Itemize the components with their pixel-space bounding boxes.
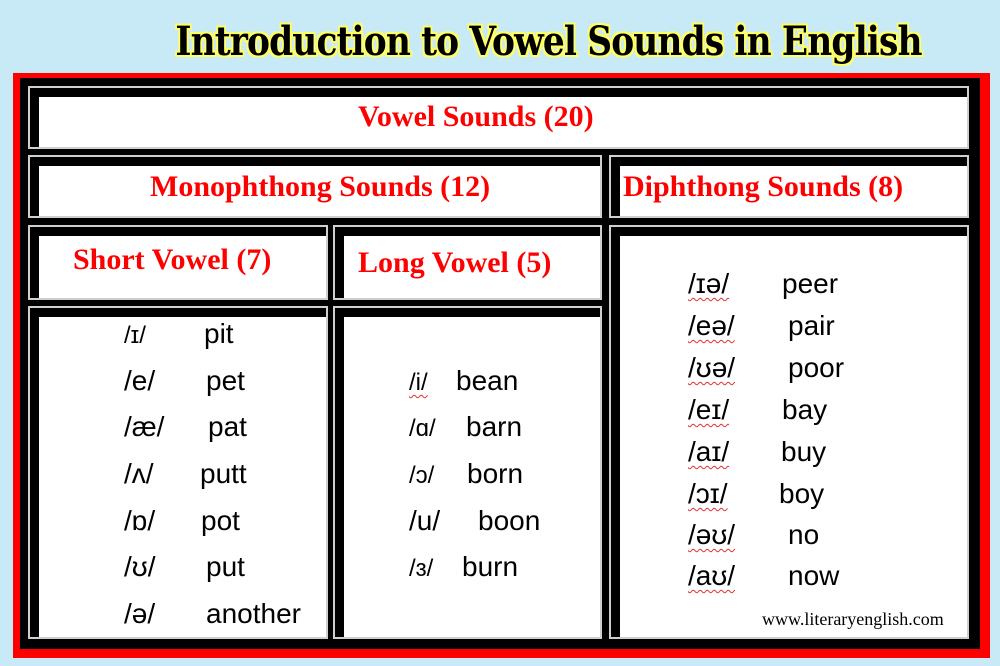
list-item: /ɪ/ pit xyxy=(124,318,234,352)
list-item: /aʊ/ now xyxy=(688,560,839,592)
ipa-symbol: /aɪ/ xyxy=(688,436,730,467)
list-item: /ə/ another xyxy=(124,598,301,630)
short-vowel-list-cell xyxy=(28,306,328,639)
example-word: boon xyxy=(478,505,541,536)
list-item: /u/ boon xyxy=(409,505,540,537)
example-word: peer xyxy=(782,268,839,299)
list-item: /əʊ/ no xyxy=(688,519,819,551)
example-word: poor xyxy=(788,352,845,383)
ipa-symbol: /æ/ xyxy=(124,411,165,442)
list-item: /e/ pet xyxy=(124,365,245,397)
example-word: pot xyxy=(201,505,240,536)
page-title: Introduction to Vowel Sounds in English xyxy=(175,18,922,65)
ipa-symbol: /ʌ/ xyxy=(124,458,154,489)
diphthong-header: Diphthong Sounds (8) xyxy=(623,170,904,203)
website-link[interactable]: www.literaryenglish.com xyxy=(762,609,944,630)
ipa-symbol: /əʊ/ xyxy=(688,519,736,550)
list-item: /ʌ/ putt xyxy=(124,458,247,490)
example-word: put xyxy=(206,551,245,582)
example-word: barn xyxy=(466,411,523,442)
monophthong-header: Monophthong Sounds (12) xyxy=(150,170,491,203)
example-word: pit xyxy=(204,318,234,349)
list-item: /i/ bean xyxy=(409,365,518,399)
ipa-symbol: /ɔɪ/ xyxy=(688,478,728,509)
example-word: no xyxy=(788,519,820,550)
list-item: /eɪ/ bay xyxy=(688,394,827,426)
example-word: buy xyxy=(781,436,827,467)
long-vowel-header: Long Vowel (5) xyxy=(358,246,552,279)
ipa-symbol: /ɪə/ xyxy=(688,268,730,299)
example-word: burn xyxy=(462,551,519,582)
ipa-symbol: /i/ xyxy=(409,369,428,396)
ipa-symbol: /ʊ/ xyxy=(124,551,156,582)
ipa-symbol: /ɜ/ xyxy=(409,555,434,582)
example-word: boy xyxy=(779,478,825,509)
short-vowel-header: Short Vowel (7) xyxy=(73,243,272,276)
list-item: /ɜ/ burn xyxy=(409,551,518,585)
example-word: pat xyxy=(208,411,247,442)
list-item: /ɑ/ barn xyxy=(409,411,522,445)
list-item: /ɒ/ pot xyxy=(124,505,240,537)
vowel-sounds-header: Vowel Sounds (20) xyxy=(358,100,594,133)
list-item: /ɪə/ peer xyxy=(688,268,838,300)
list-item: /ʊə/ poor xyxy=(688,352,844,384)
example-word: pair xyxy=(788,310,835,341)
ipa-symbol: /u/ xyxy=(409,505,441,536)
example-word: putt xyxy=(200,458,247,489)
example-word: bean xyxy=(456,365,519,396)
example-word: bay xyxy=(782,394,828,425)
example-word: born xyxy=(467,458,524,489)
example-word: pet xyxy=(206,365,245,396)
list-item: /ɔɪ/ boy xyxy=(688,478,824,510)
ipa-symbol: /ɪ/ xyxy=(124,322,146,349)
example-word: another xyxy=(206,598,301,629)
list-item: /ɔ/ born xyxy=(409,458,523,492)
ipa-symbol: /e/ xyxy=(124,365,156,396)
example-word: now xyxy=(788,560,840,591)
ipa-symbol: /ʊə/ xyxy=(688,352,736,383)
ipa-symbol: /ɑ/ xyxy=(409,415,436,442)
list-item: /æ/ pat xyxy=(124,411,247,443)
list-item: /eə/ pair xyxy=(688,310,835,342)
ipa-symbol: /aʊ/ xyxy=(688,560,736,591)
ipa-symbol: /ɔ/ xyxy=(409,462,435,489)
list-item: /aɪ/ buy xyxy=(688,436,826,468)
ipa-symbol: /eə/ xyxy=(688,310,735,341)
ipa-symbol: /ə/ xyxy=(124,598,156,629)
ipa-symbol: /eɪ/ xyxy=(688,394,730,425)
list-item: /ʊ/ put xyxy=(124,551,245,583)
ipa-symbol: /ɒ/ xyxy=(124,505,156,536)
